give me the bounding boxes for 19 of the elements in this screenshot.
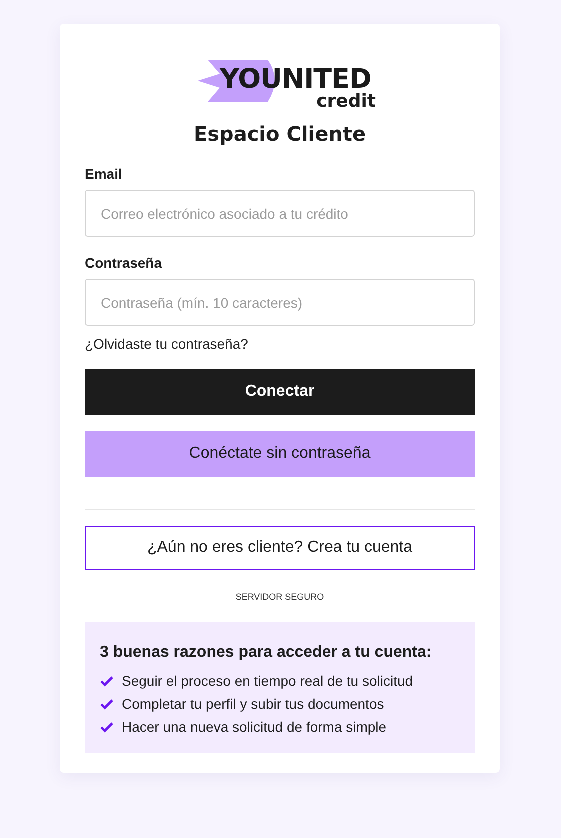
passwordless-button[interactable]: Conéctate sin contraseña (85, 431, 475, 477)
connect-button[interactable]: Conectar (85, 369, 475, 415)
logo-wordmark: YOUNITED (220, 66, 372, 93)
check-icon (100, 676, 114, 686)
reason-text: Hacer una nueva solicitud de forma simple (122, 719, 387, 735)
input-field[interactable]: Contraseña (mín. 10 caracteres) (85, 279, 475, 326)
page-title: Espacio Cliente (192, 122, 368, 146)
secure-note: SERVIDOR SEGURO (234, 592, 326, 602)
forgot-password-link[interactable]: ¿Olvidaste tu contraseña? (85, 336, 248, 352)
reason-text: Seguir el proceso en tiempo real de tu solicitud (122, 673, 414, 689)
input-field[interactable]: Correo electrónico asociado a tu crédito (85, 190, 475, 237)
field-label: Email (85, 166, 124, 182)
signup-button[interactable]: ¿Aún no eres cliente? Crea tu cuenta (85, 526, 475, 570)
field-label: Contraseña (85, 255, 164, 271)
reasons-title: 3 buenas razones para acceder a tu cuenta: (100, 644, 433, 662)
check-icon (100, 722, 114, 732)
logo-subtitle: credit (316, 93, 376, 111)
reason-text: Completar tu perfil y subir tus documentos (122, 696, 384, 712)
check-icon (100, 698, 114, 710)
